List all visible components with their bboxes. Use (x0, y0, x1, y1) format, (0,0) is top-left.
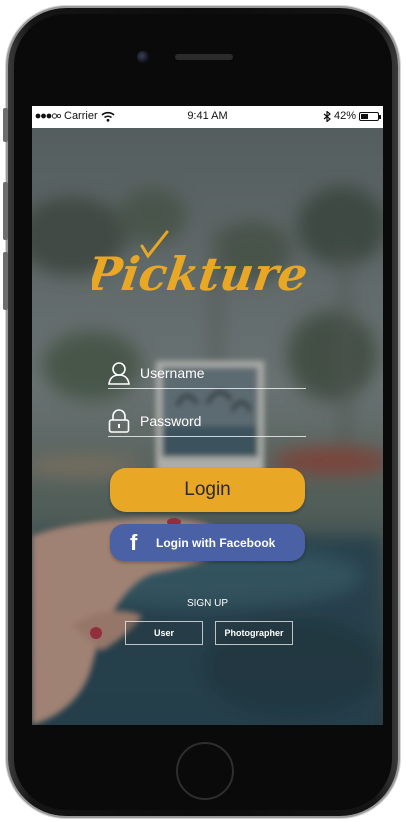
login-button-label: Login (184, 479, 231, 500)
facebook-icon: f (130, 530, 138, 555)
volume-down-button (3, 252, 8, 310)
lock-icon (108, 409, 130, 433)
front-camera (137, 51, 149, 63)
earpiece-speaker (175, 54, 233, 60)
facebook-login-label: Login with Facebook (156, 536, 276, 550)
signup-heading: SIGN UP (186, 598, 229, 609)
signup-user-button[interactable]: User (125, 621, 203, 645)
signup-photographer-button[interactable]: Photographer (215, 621, 293, 645)
username-field[interactable]: Username (108, 358, 306, 389)
app-screen: Carrier 9:41 AM 42% Pickture Username Pa… (32, 106, 383, 725)
battery-percent: 42% (333, 110, 356, 122)
battery-icon (359, 111, 381, 121)
facebook-login-button[interactable]: f Login with Facebook (110, 524, 305, 561)
password-field[interactable]: Password (108, 406, 306, 437)
battery-fill (361, 113, 368, 119)
signup-user-label: User (153, 628, 174, 638)
home-button[interactable] (176, 742, 234, 800)
mute-switch (3, 108, 8, 142)
bluetooth-icon (323, 110, 331, 122)
user-icon (108, 362, 130, 385)
logo-text: Pickture (92, 247, 311, 301)
username-label: Username (140, 365, 205, 381)
volume-up-button (3, 182, 8, 240)
login-button[interactable]: Login (110, 468, 305, 512)
signup-photographer-label: Photographer (224, 628, 284, 638)
status-bar: Carrier 9:41 AM 42% (32, 106, 383, 128)
battery-group: 42% (323, 110, 381, 122)
password-label: Password (140, 413, 202, 429)
app-logo: Pickture (92, 230, 311, 301)
